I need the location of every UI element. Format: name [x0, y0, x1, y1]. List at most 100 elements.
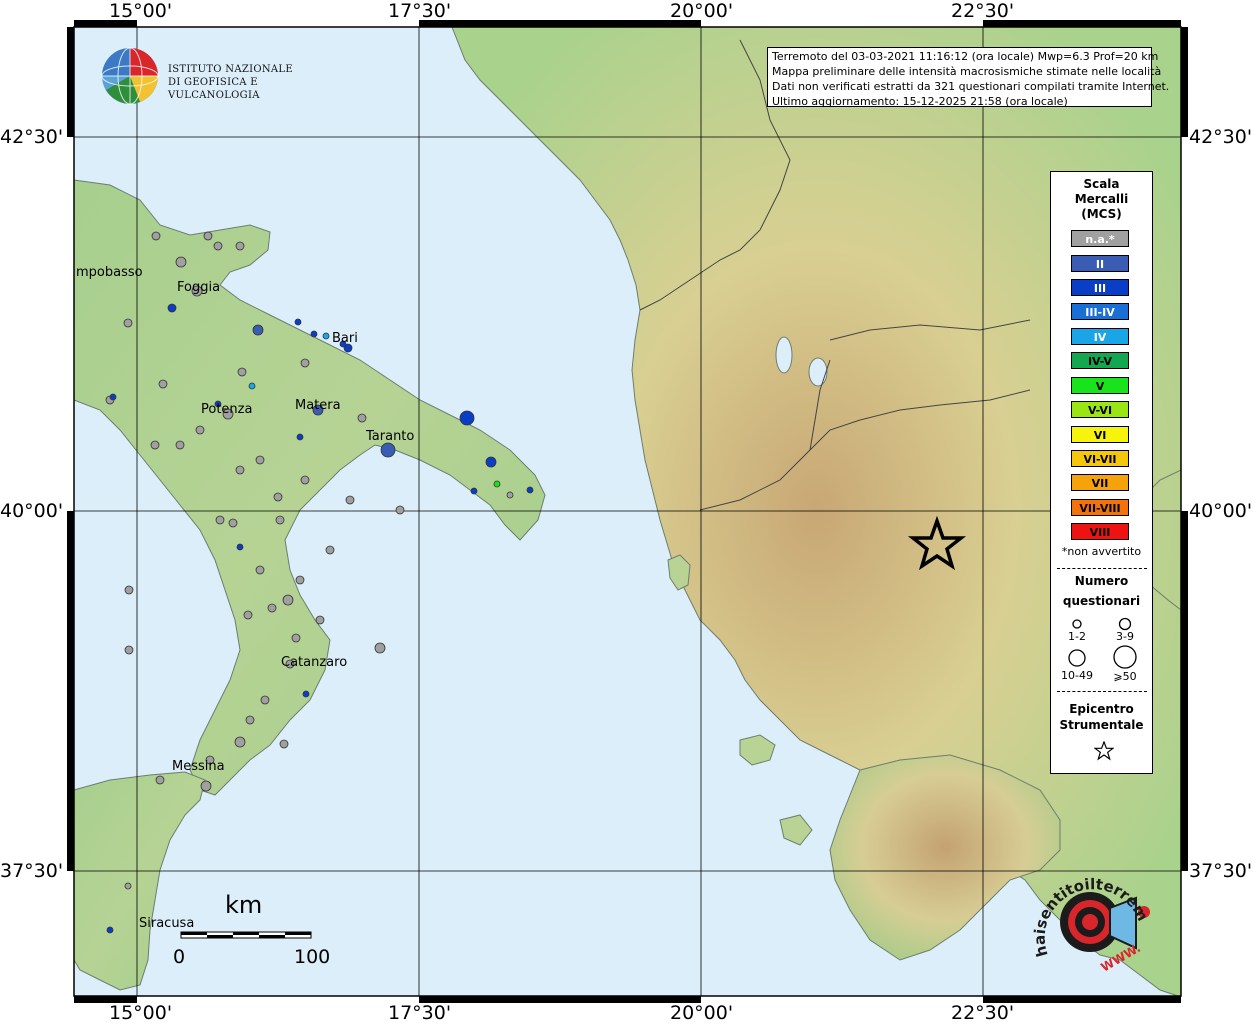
questionnaire-point [150, 440, 160, 450]
questionnaire-point [124, 645, 134, 655]
questionnaire-point [470, 487, 478, 495]
lon-label-bottom: 22°30' [951, 1002, 1015, 1024]
questionnaire-point [300, 475, 310, 485]
epicenter-title: Epicentro [1069, 702, 1134, 716]
legend: Scala Mercalli (MCS) n.a.* II III III-IV IV I… [1050, 171, 1153, 774]
questionnaire-point [123, 318, 133, 328]
questionnaire-point [235, 241, 245, 251]
lon-label-bottom: 15°00' [109, 1002, 173, 1024]
questionnaire-point [158, 379, 168, 389]
intensity-swatch: V-VI [1071, 401, 1129, 418]
questionnaire-point [273, 492, 283, 502]
questionnaire-point [291, 633, 301, 643]
questionnaire-point [248, 382, 256, 390]
questionnaire-point [310, 330, 318, 338]
questionnaire-point [295, 575, 305, 585]
questionnaire-point [235, 465, 245, 475]
intensity-swatch: II [1071, 255, 1129, 272]
lon-label-bottom: 20°00' [670, 1002, 734, 1024]
intensity-swatch: VII [1071, 474, 1129, 491]
questionnaire-point [322, 332, 330, 340]
questionnaire-point [506, 491, 514, 499]
questionnaire-point [237, 367, 247, 377]
lat-label-right: 37°30' [1189, 860, 1253, 882]
count-label: 1-2 [1068, 630, 1086, 643]
intensity-swatch: n.a.* [1071, 230, 1129, 247]
questionnaire-point [109, 393, 117, 401]
questionnaire-point [255, 565, 265, 575]
lon-label-top: 15°00' [109, 0, 173, 22]
city-label: Foggia [177, 280, 221, 295]
lat-label-left: 40°00' [0, 500, 64, 522]
questionnaire-point [175, 440, 185, 450]
lat-label-left: 37°30' [0, 860, 64, 882]
questionnaire-point [493, 480, 501, 488]
scale-max: 100 [294, 946, 331, 968]
questionnaire-point [236, 543, 244, 551]
city-label: Bari [332, 331, 358, 346]
city-label: mpobasso [76, 265, 143, 280]
questionnaire-point [151, 231, 161, 241]
questionnaire-point [296, 433, 304, 441]
questionnaire-point [374, 642, 386, 654]
questionnaire-point [275, 515, 285, 525]
questionnaire-point [243, 610, 253, 620]
event-info-line: Mappa preliminare delle intensità macros… [772, 65, 1162, 78]
haisentito-logo: haisentitoilterremoto.it WWW. [1023, 846, 1158, 990]
questionnaire-point [228, 518, 238, 528]
questionnaire-point [267, 603, 277, 613]
count-label: ⩾50 [1113, 670, 1137, 683]
questionnaire-point [195, 425, 205, 435]
questionnaire-point [124, 882, 132, 890]
questionnaire-point [380, 442, 396, 458]
questionnaire-point [124, 585, 134, 595]
questionnaire-point [395, 505, 405, 515]
questionnaire-point [106, 926, 114, 934]
city-label: Messina [172, 759, 225, 774]
intensity-swatch: IV [1071, 328, 1129, 345]
questionnaire-point [357, 413, 367, 423]
questionnaire-point [203, 231, 213, 241]
intensity-swatch: III [1071, 279, 1129, 296]
intensity-swatch: VIII [1071, 523, 1129, 540]
questionnaire-point [302, 690, 310, 698]
questionnaire-point [255, 455, 265, 465]
questionnaire-point [282, 594, 294, 606]
lon-label-top: 17°30' [388, 0, 452, 22]
intensity-swatch: VI-VII [1071, 450, 1129, 467]
questionnaire-point [345, 495, 355, 505]
intensity-swatch: VII-VIII [1071, 499, 1129, 516]
not-felt-note: *non avvertito [1061, 545, 1142, 558]
city-label: Matera [295, 398, 341, 413]
questionnaire-point [279, 739, 289, 749]
intensity-swatch: V [1071, 377, 1129, 394]
legend-title: Scala Mercalli (MCS) [1074, 177, 1129, 221]
questionnaire-point [526, 486, 534, 494]
legend-separator [1057, 691, 1147, 692]
questionnaire-point [459, 410, 475, 426]
questionnaire-point [234, 736, 246, 748]
count-label: 3-9 [1116, 630, 1134, 643]
questionnaire-point [167, 303, 177, 313]
event-info-line: Terremoto del 03-03-2021 11:16:12 (ora l… [772, 50, 1159, 63]
questionnaire-point [325, 545, 335, 555]
questionnaire-point [300, 358, 310, 368]
star-icon [1094, 741, 1114, 761]
epicenter-title: Strumentale [1059, 718, 1144, 732]
questionnaire-point [294, 318, 302, 326]
city-label: Catanzaro [281, 655, 348, 670]
city-label: Potenza [201, 402, 253, 417]
ingv-logo: ISTITUTO NAZIONALE DI GEOFISICA E VULCAN… [100, 46, 340, 106]
questionnaire-point [315, 615, 325, 625]
lake [775, 336, 793, 374]
target-icon: haisentitoilterremoto.it WWW. [1023, 846, 1152, 975]
event-info-line: Ultimo aggiornamento: 15-12-2025 21:58 (… [772, 95, 1068, 108]
lat-label-left: 42°30' [0, 126, 64, 148]
legend-separator [1057, 568, 1147, 569]
count-title: questionari [1062, 594, 1141, 608]
count-title: Numero [1074, 574, 1129, 588]
questionnaire-point [260, 695, 270, 705]
event-info-line: Dati non verificati estratti da 321 ques… [772, 80, 1170, 93]
city-label: Taranto [366, 429, 415, 444]
questionnaire-point [252, 324, 264, 336]
